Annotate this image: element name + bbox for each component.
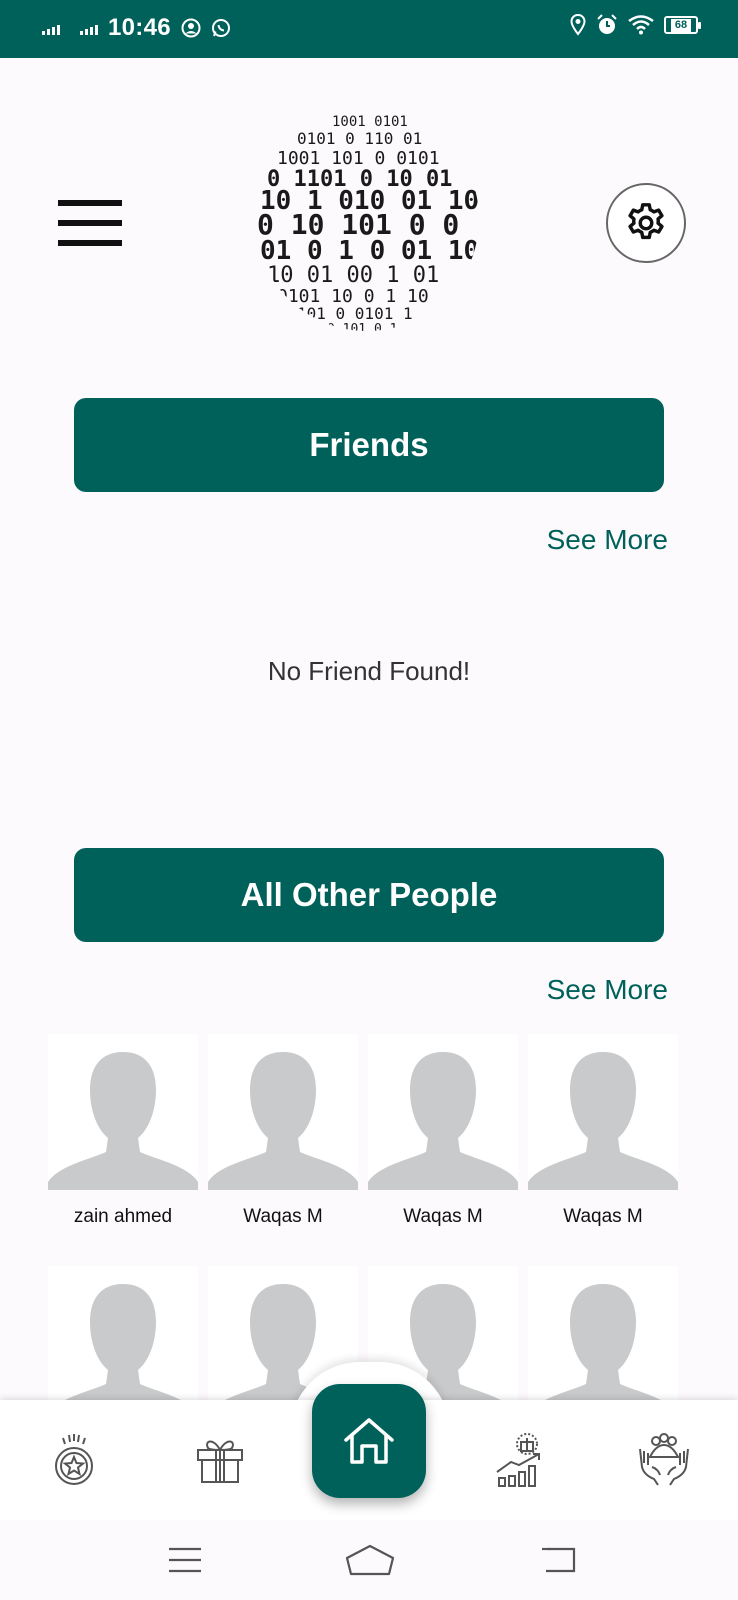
all-other-people-button[interactable]: All Other People: [74, 848, 664, 942]
binary-sphere-logo: 1001 0101 0101 0 110 01 1001 101 0 0101 …: [252, 104, 482, 334]
others-see-more-link[interactable]: See More: [547, 974, 668, 1006]
avatar: [48, 1266, 198, 1422]
gear-icon: [628, 203, 664, 240]
friends-button[interactable]: Friends: [74, 398, 664, 492]
account-icon: [181, 18, 201, 38]
helping-hands-icon[interactable]: [634, 1428, 694, 1488]
svg-text:1001 0101: 1001 0101: [332, 114, 408, 130]
svg-text:01 0 1 0 01 10: 01 0 1 0 01 10: [260, 236, 479, 266]
avatar: [528, 1034, 678, 1190]
person-name: Waqas M: [403, 1206, 483, 1227]
hamburger-icon[interactable]: [58, 200, 122, 246]
person-card[interactable]: Waqas M: [368, 1034, 518, 1228]
svg-text:101 0 0101 1: 101 0 0101 1: [297, 304, 413, 323]
home-button[interactable]: [312, 1384, 426, 1498]
signal-2-icon: [80, 21, 98, 35]
person-card[interactable]: Waqas M: [528, 1034, 678, 1228]
no-friend-message: No Friend Found!: [267, 656, 471, 686]
person-card[interactable]: zain ahmed: [48, 1034, 198, 1228]
avatar: [48, 1034, 198, 1190]
svg-text:1001 101 0 0101: 1001 101 0 0101: [277, 148, 440, 169]
person-name: zain ahmed: [73, 1206, 173, 1227]
whatsapp-icon: [211, 19, 230, 37]
back-icon[interactable]: [530, 1540, 590, 1580]
badge-star-icon[interactable]: [44, 1430, 104, 1490]
settings-button[interactable]: [606, 183, 686, 263]
battery-icon: 68: [664, 16, 701, 34]
location-icon: [570, 14, 586, 36]
person-name: Waqas M: [563, 1206, 643, 1227]
svg-text:0 101 0 1: 0 101 0 1: [327, 322, 397, 334]
avatar: [368, 1034, 518, 1190]
svg-text:10 01 00 1 01: 10 01 00 1 01: [267, 263, 439, 288]
avatar: [208, 1034, 358, 1190]
status-time: 10:46: [108, 14, 171, 41]
avatar: [528, 1266, 678, 1422]
alarm-icon: [597, 14, 617, 34]
status-bar: 10:46 68: [0, 0, 738, 58]
home-icon: [344, 1418, 394, 1464]
gift-icon[interactable]: [190, 1430, 250, 1490]
svg-text:0101 0 110 01: 0101 0 110 01: [297, 129, 422, 148]
person-name: Waqas M: [243, 1206, 323, 1227]
person-card[interactable]: Waqas M: [208, 1034, 358, 1228]
wifi-icon: [628, 15, 654, 35]
recent-apps-icon[interactable]: [155, 1540, 215, 1580]
gift-growth-chart-icon[interactable]: [490, 1430, 550, 1490]
battery-level: 68: [670, 18, 692, 32]
signal-1-icon: [42, 21, 60, 35]
system-nav-bar: [0, 1520, 738, 1600]
home-outline-icon[interactable]: [340, 1540, 400, 1580]
friends-see-more-link[interactable]: See More: [547, 524, 668, 556]
